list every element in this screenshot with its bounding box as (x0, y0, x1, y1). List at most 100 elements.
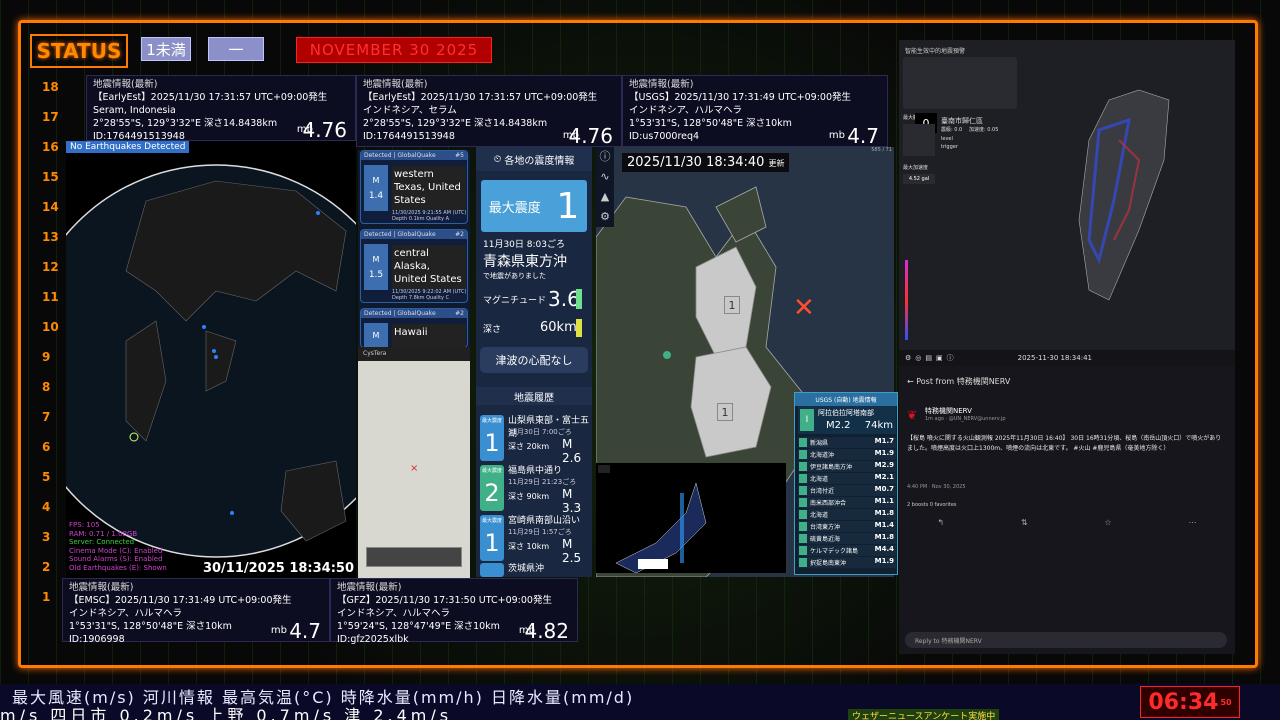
usgs-row[interactable]: 硫黄島近海 M1.8 (798, 533, 896, 544)
quake-card-gfz: 地震情報(最新) 【GFZ】2025/11/30 17:31:50 UTC+09… (330, 578, 578, 645)
history-date: 11月29日 1:57ごろ (508, 528, 572, 536)
taiwan-map[interactable]: 智能生效中的地震預警 最大觀測震度 0 臺南市歸仁區 震級: 0.0 加速度: … (899, 40, 1235, 365)
gq-m: M (372, 330, 380, 340)
ticker-bar: 最大風速(m/s) 河川情報 最高気温(°C) 時降水量(mm/h) 日降水量(… (0, 684, 1280, 720)
clock-icon: ⏲ (493, 153, 502, 165)
usgs-row[interactable]: 択捉島南東沖 M1.9 (798, 557, 896, 568)
back-icon[interactable]: ← (907, 377, 914, 386)
gq-meta: 11/30/2025 9:21:55 AM (UTC) Depth 0.1km Q… (392, 210, 466, 222)
gq-place: Hawaii (392, 324, 466, 347)
reply-input[interactable]: Reply to 特務機関NERV (905, 632, 1227, 648)
usgs-row-icon (799, 486, 807, 495)
usgs-row-icon (799, 462, 807, 471)
wave-icon[interactable]: ∿ (596, 167, 614, 187)
max-intensity-value: 1 (556, 185, 580, 227)
gq-mag-box: M 1.5 (364, 244, 388, 290)
post-handle: 1m ago · @UN_NERV@unnerv.jp (925, 416, 1006, 422)
usgs-row[interactable]: 新潟県 M1.7 (798, 437, 896, 448)
taiwan-svg (905, 89, 1170, 340)
history-item[interactable]: 2 最大震度 福島県中通り 11月29日 21:23ごろ 深さ 90km M 3… (480, 463, 590, 515)
map-update-label: 更新 (768, 159, 785, 168)
usgs-feat-depth: 74km (864, 420, 893, 431)
usgs-feat-place: 阿拉伯拉阿塔南部 (818, 409, 874, 417)
usgs-row-icon (799, 498, 807, 507)
history-item[interactable]: 1 最大震度 宮崎県南部山沿い 11月29日 1:57ごろ 深さ 10km M … (480, 513, 590, 565)
warning-icon[interactable]: ▲ (596, 187, 614, 207)
gq-card[interactable]: Detected | GlobalQuake #2 M Hawaii (360, 308, 468, 348)
image-icon[interactable]: ▣ (936, 354, 943, 362)
info-icon[interactable]: ⓘ (947, 353, 954, 363)
usgs-row-place: 台湾付近 (810, 488, 835, 495)
history-intensity (480, 563, 504, 577)
usgs-featured[interactable]: I 阿拉伯拉阿塔南部 M2.2 74km (798, 406, 896, 434)
usgs-row-place: 北海道 (810, 476, 829, 483)
intensity-pill-2: 一 (208, 37, 264, 61)
info-icon[interactable]: ⓘ (596, 147, 614, 167)
nied-inset-map (596, 463, 786, 574)
reply-icon[interactable]: ↰ (937, 518, 944, 532)
history-place: 茨城県沖 (508, 564, 545, 574)
scale-number: 16 (42, 140, 59, 154)
usgs-row[interactable]: 北海道 M1.8 (798, 509, 896, 520)
history-place: 福島県中通り (508, 466, 563, 476)
quake-source: 【USGS】2025/11/30 17:31:49 UTC+09:00発生 (629, 92, 852, 103)
scale-number: 1 (42, 590, 51, 604)
info-note: で地震がありました (483, 272, 546, 280)
scale-number: 10 (42, 320, 59, 334)
history-date: 11月30日 7:00ごろ (508, 428, 572, 436)
scale-number: 2 (42, 560, 51, 574)
ticker-news: ウェザーニュースアンケート実施中 (848, 709, 1000, 720)
scale-number: 12 (42, 260, 59, 274)
gq-card[interactable]: Detected | GlobalQuake #2 M 1.5 central Al… (360, 229, 468, 303)
usgs-row-mag: M1.9 (874, 557, 894, 565)
usgs-row-icon (799, 522, 807, 531)
gq-card[interactable]: Detected | GlobalQuake #5 M 1.4 western Te… (360, 150, 468, 224)
stat-old: Old Earthquakes (E): Shown (69, 563, 167, 572)
clock-time: 06:34 (1148, 689, 1219, 715)
usgs-row[interactable]: 南米西部沖合 M1.1 (798, 497, 896, 508)
small-map[interactable]: CysTera × (358, 347, 470, 578)
scale-number: 7 (42, 410, 51, 424)
history-item[interactable]: 茨城県沖 (480, 561, 590, 577)
target-icon[interactable]: ◎ (915, 354, 921, 362)
depth-label: 深さ (483, 325, 502, 335)
globe-view[interactable]: No Earthquakes Detected FPS: 105 RAM: 0.… (66, 141, 356, 578)
gq-place: central Alaska, United States (392, 245, 466, 289)
star-icon[interactable]: ☆ (1105, 518, 1112, 532)
usgs-row[interactable]: ケルマデック諸島 M4.4 (798, 545, 896, 556)
usgs-row[interactable]: 伊豆諸島南方沖 M2.9 (798, 461, 896, 472)
inset-svg (615, 482, 707, 574)
usgs-row-icon (799, 534, 807, 543)
gear-icon[interactable]: ⚙ (596, 207, 614, 227)
boost-icon[interactable]: ⇅ (1021, 518, 1028, 532)
status-label: STATUS (30, 34, 128, 68)
post-user[interactable]: 特務機関NERV (925, 406, 972, 416)
history-intensity-label: 最大震度 (481, 468, 502, 474)
quake-card-earlyest-en: 地震情報(最新) 【EarlyEst】2025/11/30 17:31:57 U… (86, 75, 356, 142)
post-title: ← Post from 特務機関NERV (907, 376, 1010, 387)
usgs-row[interactable]: 台湾東方沖 M1.4 (798, 521, 896, 532)
gq-meta2: Depth 7.8km Quality C (392, 295, 450, 301)
usgs-row[interactable]: 北海道沖 M1.9 (798, 449, 896, 460)
map-time-value: 2025/11/30 18:34:40 (627, 155, 765, 170)
quake-header: 地震情報(最新) (337, 582, 402, 593)
post-title-text: Post from 特務機関NERV (916, 377, 1011, 386)
chart-icon[interactable]: ▤ (925, 354, 932, 362)
quake-mag: 4.76 (568, 124, 613, 148)
usgs-row-place: 北海道 (810, 512, 829, 519)
post-stats: 2 boosts 0 favorites (907, 502, 957, 508)
share-icon[interactable]: ⋯ (1189, 518, 1197, 532)
post-body: 【桜島 噴火に関する火山観測報 2025年11月30日 16:40】 30日 1… (907, 435, 1222, 452)
ticker-line2: m/s 四日市 0.2m/s 上野 0.7m/s 津 2.4m/s (0, 706, 453, 720)
gear-icon[interactable]: ⚙ (905, 354, 911, 362)
usgs-row-icon (799, 546, 807, 555)
usgs-row-mag: M1.7 (874, 437, 894, 445)
history-item[interactable]: 1 最大震度 山梨県東部・富士五湖 11月30日 7:00ごろ 深さ 20km … (480, 413, 590, 465)
history-depth: 深さ 20km (508, 442, 550, 451)
inset-caption (598, 465, 610, 473)
history-depth: 深さ 10km (508, 542, 550, 551)
usgs-row[interactable]: 台湾付近 M0.7 (798, 485, 896, 496)
usgs-row[interactable]: 北海道 M2.1 (798, 473, 896, 484)
no-quake-banner: No Earthquakes Detected (66, 141, 190, 153)
usgs-list: USGS (自動) 地震情報 I 阿拉伯拉阿塔南部 M2.2 74km 新潟県 M… (794, 392, 898, 575)
